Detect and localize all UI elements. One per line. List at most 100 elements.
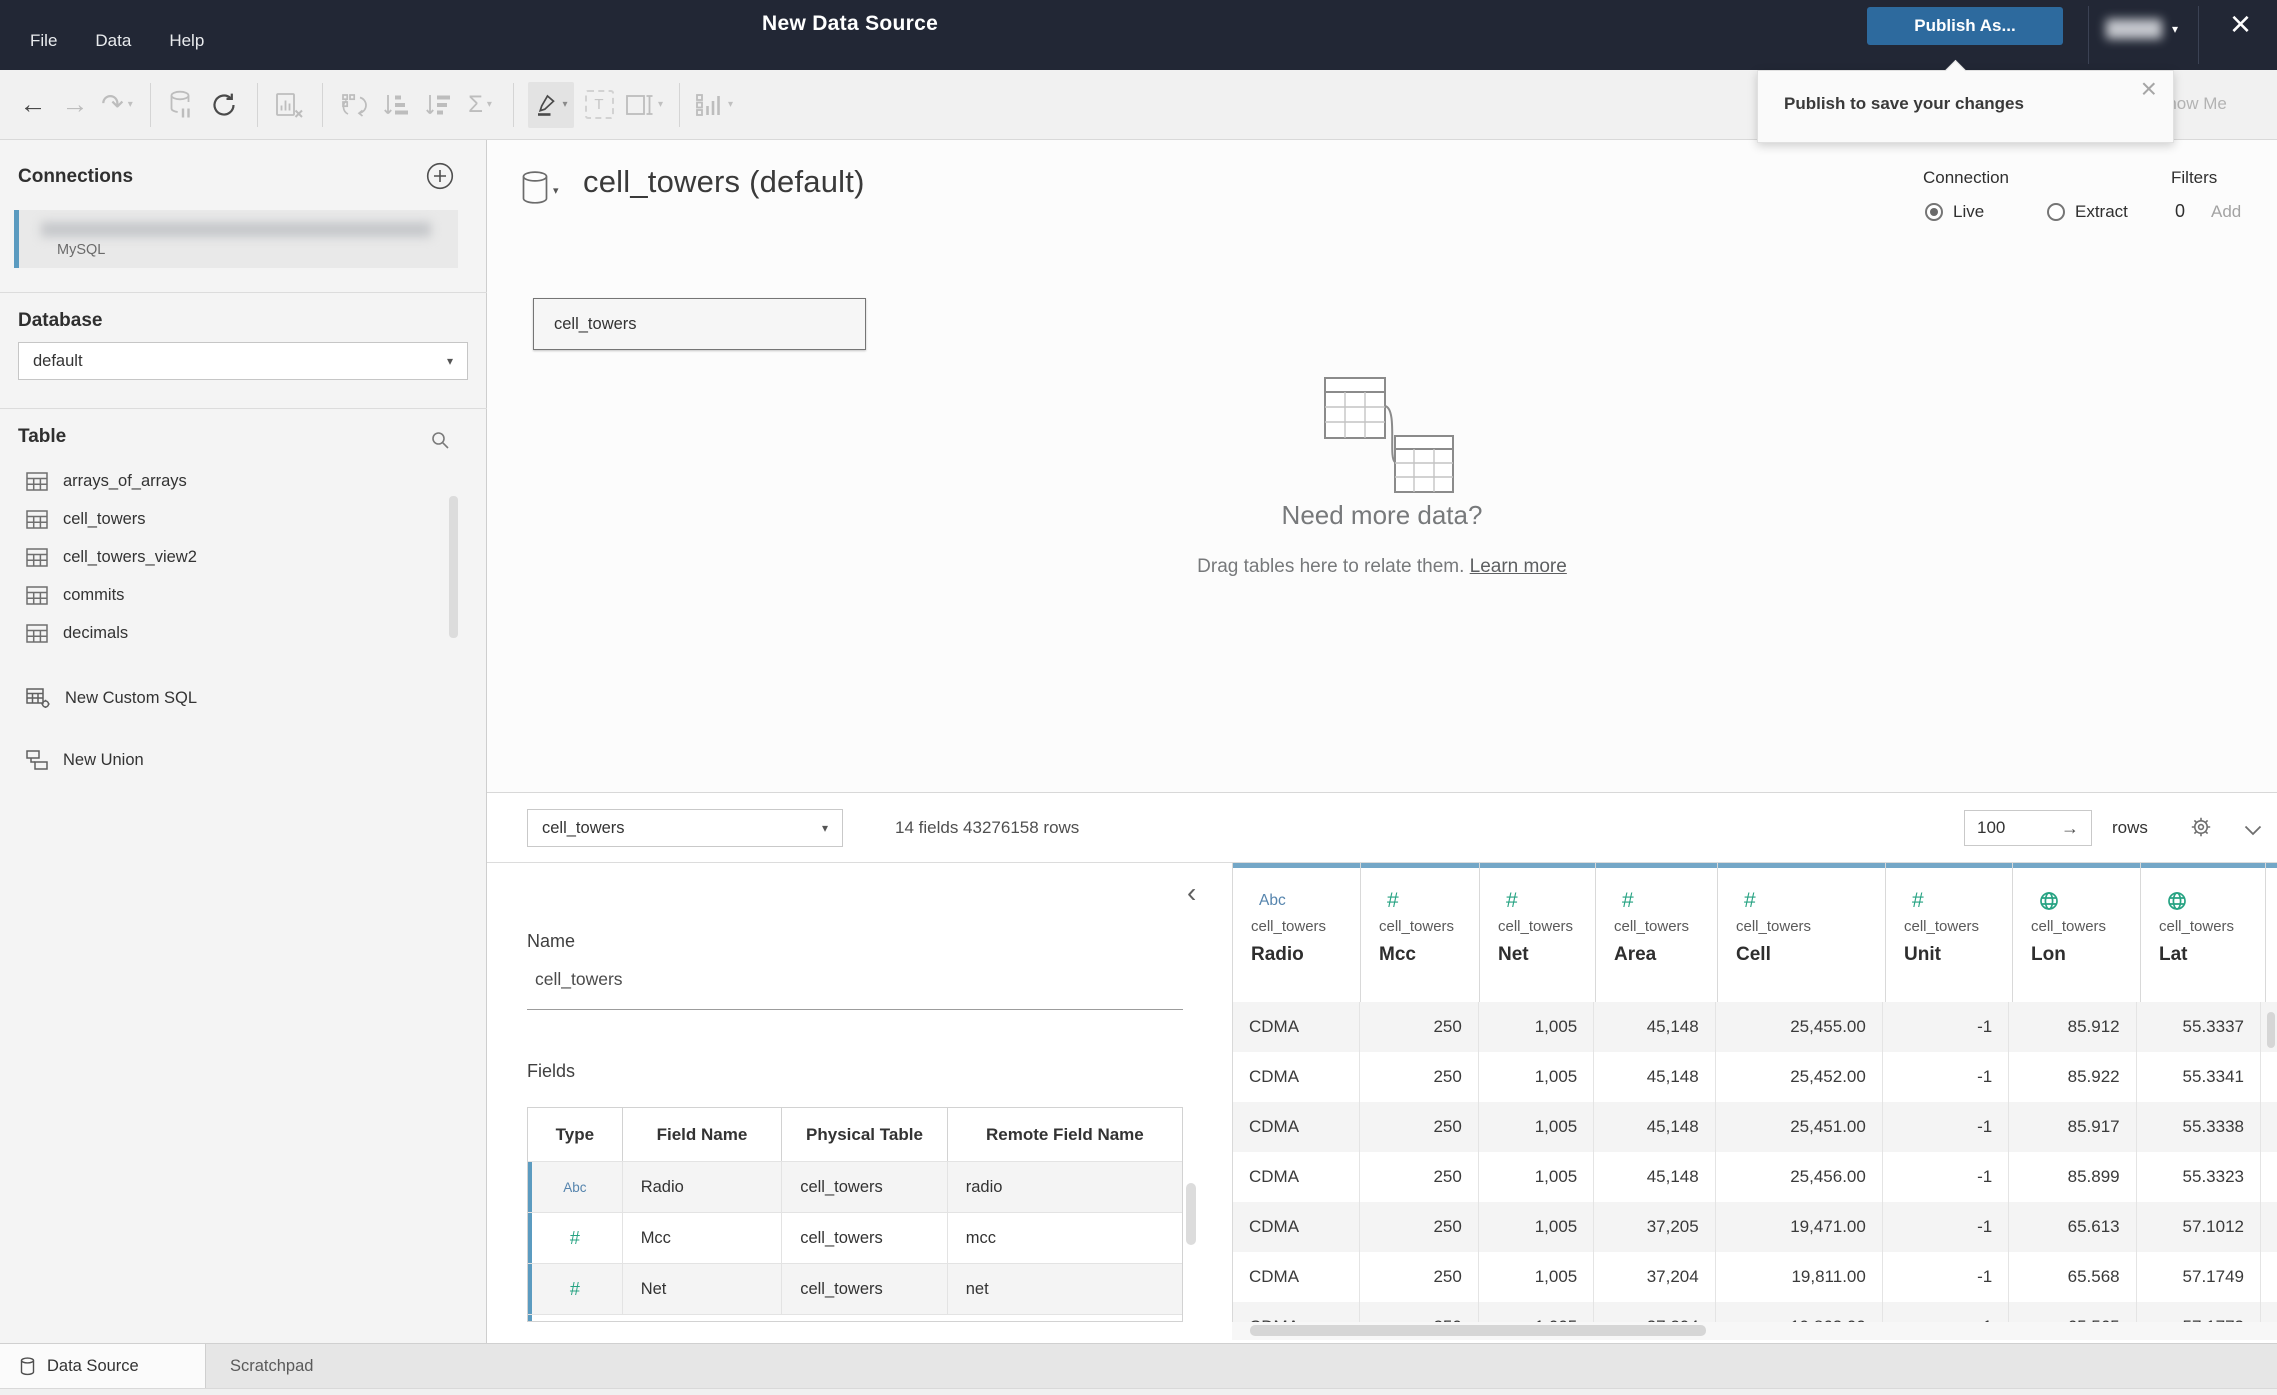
grid-column-header-cell[interactable]: # cell_towers Cell	[1718, 863, 1886, 1002]
table-list-item-cell_towers[interactable]: cell_towers	[0, 500, 452, 538]
row-count-input[interactable]: 100 →	[1964, 810, 2092, 846]
grid-row[interactable]: CDMA 250 1,005 45,148 25,455.00 -1 85.912 55.33…	[1233, 1002, 2277, 1052]
grid-cell: 65.565	[2009, 1302, 2137, 1322]
grid-cell: 250	[1360, 1252, 1479, 1302]
grid-column-header-radio[interactable]: Abc cell_towers Radio	[1233, 863, 1361, 1002]
grid-cell: 25,455.00	[1716, 1002, 1883, 1052]
grid-cell: -1	[1883, 1302, 2010, 1322]
grid-cell: 37,204	[1594, 1252, 1716, 1302]
publish-as-button[interactable]: Publish As...	[1867, 7, 2063, 45]
table-list-item-arrays_of_arrays[interactable]: arrays_of_arrays	[0, 462, 452, 500]
canvas-table-node[interactable]: cell_towers	[533, 298, 866, 350]
user-menu-caret-icon[interactable]: ▾	[2172, 22, 2178, 36]
radio-live-icon[interactable]	[1925, 203, 1943, 221]
grid-column-header-mcc[interactable]: # cell_towers Mcc	[1361, 863, 1480, 1002]
clear-sheet-icon[interactable]	[272, 82, 306, 128]
highlighter-icon[interactable]: ▾	[528, 81, 574, 128]
datasource-title: cell_towers (default)	[583, 164, 865, 199]
collapse-panel-chevron[interactable]: ‹	[1187, 879, 1196, 907]
connection-item-mysql[interactable]: MySQL	[14, 210, 458, 268]
learn-more-link[interactable]: Learn more	[1470, 556, 1567, 577]
toolbar-icons: ← → ↷ ▾ Σ ▾ ▾ T ▾ ▾	[16, 81, 741, 128]
grid-column-header-lat[interactable]: cell_towers Lat	[2141, 863, 2266, 1002]
back-icon[interactable]: ←	[16, 82, 50, 128]
grid-column-header-area[interactable]: # cell_towers Area	[1596, 863, 1718, 1002]
show-chart-icon[interactable]: ▾	[694, 82, 733, 128]
database-header: Database	[18, 310, 103, 331]
grid-vertical-scrollbar[interactable]	[2267, 1012, 2275, 1048]
grid-cell: 1,005	[1479, 1202, 1595, 1252]
grid-row[interactable]: CDMA2501,00537,20419,863.00-165.56557.17…	[1233, 1302, 2277, 1322]
connection-live-option[interactable]: Live	[1925, 202, 1984, 222]
radio-extract-icon[interactable]	[2047, 203, 2065, 221]
datasource-cylinder-icon[interactable]	[521, 170, 549, 211]
window-close-button[interactable]: ×	[2230, 6, 2251, 42]
grid-row[interactable]: CDMA 250 1,005 45,148 25,452.00 -1 85.922 55.33…	[1233, 1052, 2277, 1102]
user-name-redacted[interactable]	[2106, 19, 2162, 39]
table-list-item-decimals[interactable]: decimals	[0, 614, 452, 652]
chevron-down-icon[interactable]	[2244, 823, 2262, 841]
redo-icon[interactable]: ↷ ▾	[100, 82, 134, 128]
field-type-icon: #	[528, 1264, 623, 1314]
sigma-icon[interactable]: Σ ▾	[463, 82, 497, 128]
fields-row-mcc[interactable]: # Mcc cell_towers mcc	[528, 1212, 1182, 1263]
filters-add-button[interactable]: Add	[2211, 202, 2241, 222]
grid-row[interactable]: CDMA 250 1,005 45,148 25,451.00 -1 85.917 55.33…	[1233, 1102, 2277, 1152]
name-value[interactable]: cell_towers	[535, 969, 623, 990]
gear-icon[interactable]	[2189, 815, 2213, 844]
refresh-icon[interactable]	[207, 82, 241, 128]
forward-icon[interactable]: →	[58, 82, 92, 128]
grid-horizontal-scrollbar[interactable]	[1232, 1322, 2277, 1340]
datasource-caret-icon[interactable]: ▾	[553, 184, 559, 197]
table-icon	[26, 623, 48, 643]
grid-column-header-net[interactable]: # cell_towers Net	[1480, 863, 1596, 1002]
fields-row-radio[interactable]: Abc Radio cell_towers radio	[528, 1161, 1182, 1212]
column-accent-bar	[1886, 863, 2012, 868]
grid-row[interactable]: CDMA 250 1,005 37,204 19,811.00 -1 65.568 57.17…	[1233, 1252, 2277, 1302]
table-list-scrollbar[interactable]	[449, 496, 458, 638]
menu-file[interactable]: File	[30, 31, 57, 51]
table-list-item-cell_towers_view2[interactable]: cell_towers_view2	[0, 538, 452, 576]
popup-close-icon[interactable]: ×	[2141, 73, 2157, 105]
new-union-button[interactable]: New Union	[26, 740, 144, 780]
grid-cell: 19,811.00	[1716, 1252, 1883, 1302]
grid-row[interactable]: CDMA 250 1,005 45,148 25,456.00 -1 85.899 55.33…	[1233, 1152, 2277, 1202]
grid-cell: 1,005	[1479, 1152, 1595, 1202]
name-underline	[527, 1009, 1183, 1010]
swap-rows-icon[interactable]	[337, 82, 371, 128]
tab-scratchpad[interactable]: Scratchpad	[230, 1344, 313, 1389]
fields-row-net[interactable]: # Net cell_towers net	[528, 1263, 1182, 1314]
search-icon[interactable]	[430, 430, 450, 455]
new-custom-sql-button[interactable]: New Custom SQL	[26, 678, 197, 718]
fields-table: Type Field Name Physical Table Remote Field…	[527, 1107, 1183, 1322]
grid-column-header-unit[interactable]: # cell_towers Unit	[1886, 863, 2013, 1002]
empty-state-subtitle: Drag tables here to relate them. Learn m…	[487, 556, 2277, 578]
sort-descending-icon[interactable]	[421, 82, 455, 128]
connection-extract-option[interactable]: Extract	[2047, 202, 2128, 222]
table-list-label: commits	[63, 585, 125, 604]
fields-row-partial	[528, 1314, 1182, 1321]
table-select[interactable]: cell_towers ▾	[527, 809, 843, 847]
grid-hscroll-thumb[interactable]	[1250, 1325, 1706, 1336]
menu-data[interactable]: Data	[95, 31, 131, 51]
menu-help[interactable]: Help	[169, 31, 204, 51]
sidebar-divider	[0, 292, 487, 293]
sort-ascending-icon[interactable]	[379, 82, 413, 128]
add-connection-icon[interactable]	[426, 162, 454, 195]
number-type-icon: #	[1744, 889, 1756, 912]
fields-table-scrollbar[interactable]	[1186, 1183, 1196, 1245]
grid-row[interactable]: CDMA 250 1,005 37,205 19,471.00 -1 65.613 57.10…	[1233, 1202, 2277, 1252]
connections-sidebar: Connections MySQL Database default ▾ Tab…	[0, 140, 487, 1343]
pause-datasource-icon[interactable]	[165, 82, 199, 128]
apply-rows-arrow-icon[interactable]: →	[2061, 818, 2079, 839]
fit-selection-icon[interactable]: ▾	[624, 82, 663, 128]
text-box-icon[interactable]: T	[582, 82, 616, 128]
tab-data-source[interactable]: Data Source	[0, 1344, 206, 1389]
table-header: Table	[18, 426, 67, 447]
grid-column-header-lon[interactable]: cell_towers Lon	[2013, 863, 2141, 1002]
column-accent-bar	[1233, 863, 1360, 868]
grid-cell-partial	[2261, 1102, 2277, 1152]
database-select[interactable]: default ▾	[18, 342, 468, 380]
remote-field-cell: mcc	[965, 1228, 996, 1247]
table-list-item-commits[interactable]: commits	[0, 576, 452, 614]
